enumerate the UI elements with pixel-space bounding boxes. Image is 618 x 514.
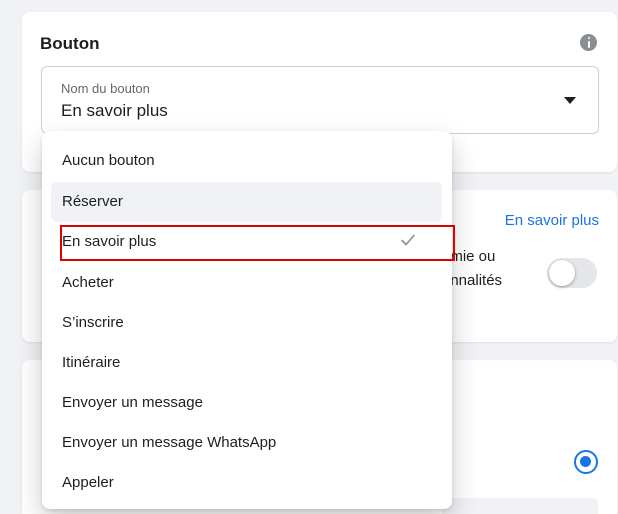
menu-item-acheter[interactable]: Acheter: [51, 263, 442, 303]
menu-item-aucun-bouton[interactable]: Aucun bouton: [51, 141, 442, 181]
menu-item-sinscrire[interactable]: S’inscrire: [51, 303, 442, 343]
menu-item-reserver[interactable]: Réserver: [51, 182, 442, 222]
menu-item-label: S’inscrire: [62, 314, 124, 331]
button-name-select[interactable]: Nom du bouton En savoir plus: [41, 66, 599, 134]
menu-item-label: Envoyer un message WhatsApp: [62, 434, 277, 451]
bottom-field: [442, 498, 598, 514]
selection-highlight-box: [60, 225, 455, 261]
toggle-knob: [549, 260, 575, 286]
menu-item-label: Envoyer un message: [62, 394, 203, 411]
learn-more-link[interactable]: En savoir plus: [505, 212, 599, 229]
menu-item-envoyer-message[interactable]: Envoyer un message: [51, 383, 442, 423]
feature-toggle[interactable]: [547, 258, 597, 288]
select-label: Nom du bouton: [61, 81, 150, 96]
menu-item-envoyer-message-whatsapp[interactable]: Envoyer un message WhatsApp: [51, 423, 442, 463]
radio-selected-dot: [580, 456, 591, 467]
menu-item-label: Acheter: [62, 274, 114, 291]
menu-item-label: Appeler: [62, 474, 114, 491]
menu-item-label: Réserver: [62, 193, 123, 210]
menu-item-label: Itinéraire: [62, 354, 121, 371]
menu-item-label: Aucun bouton: [62, 152, 155, 169]
menu-item-itineraire[interactable]: Itinéraire: [51, 343, 442, 383]
button-card-title: Bouton: [40, 34, 100, 53]
select-value: En savoir plus: [61, 101, 168, 120]
button-options-dropdown: Aucun bouton Réserver En savoir plus Ach…: [42, 131, 452, 509]
radio-button[interactable]: [574, 450, 598, 474]
menu-item-appeler[interactable]: Appeler: [51, 463, 442, 503]
info-icon[interactable]: [580, 34, 597, 51]
caret-down-icon: [564, 97, 576, 104]
